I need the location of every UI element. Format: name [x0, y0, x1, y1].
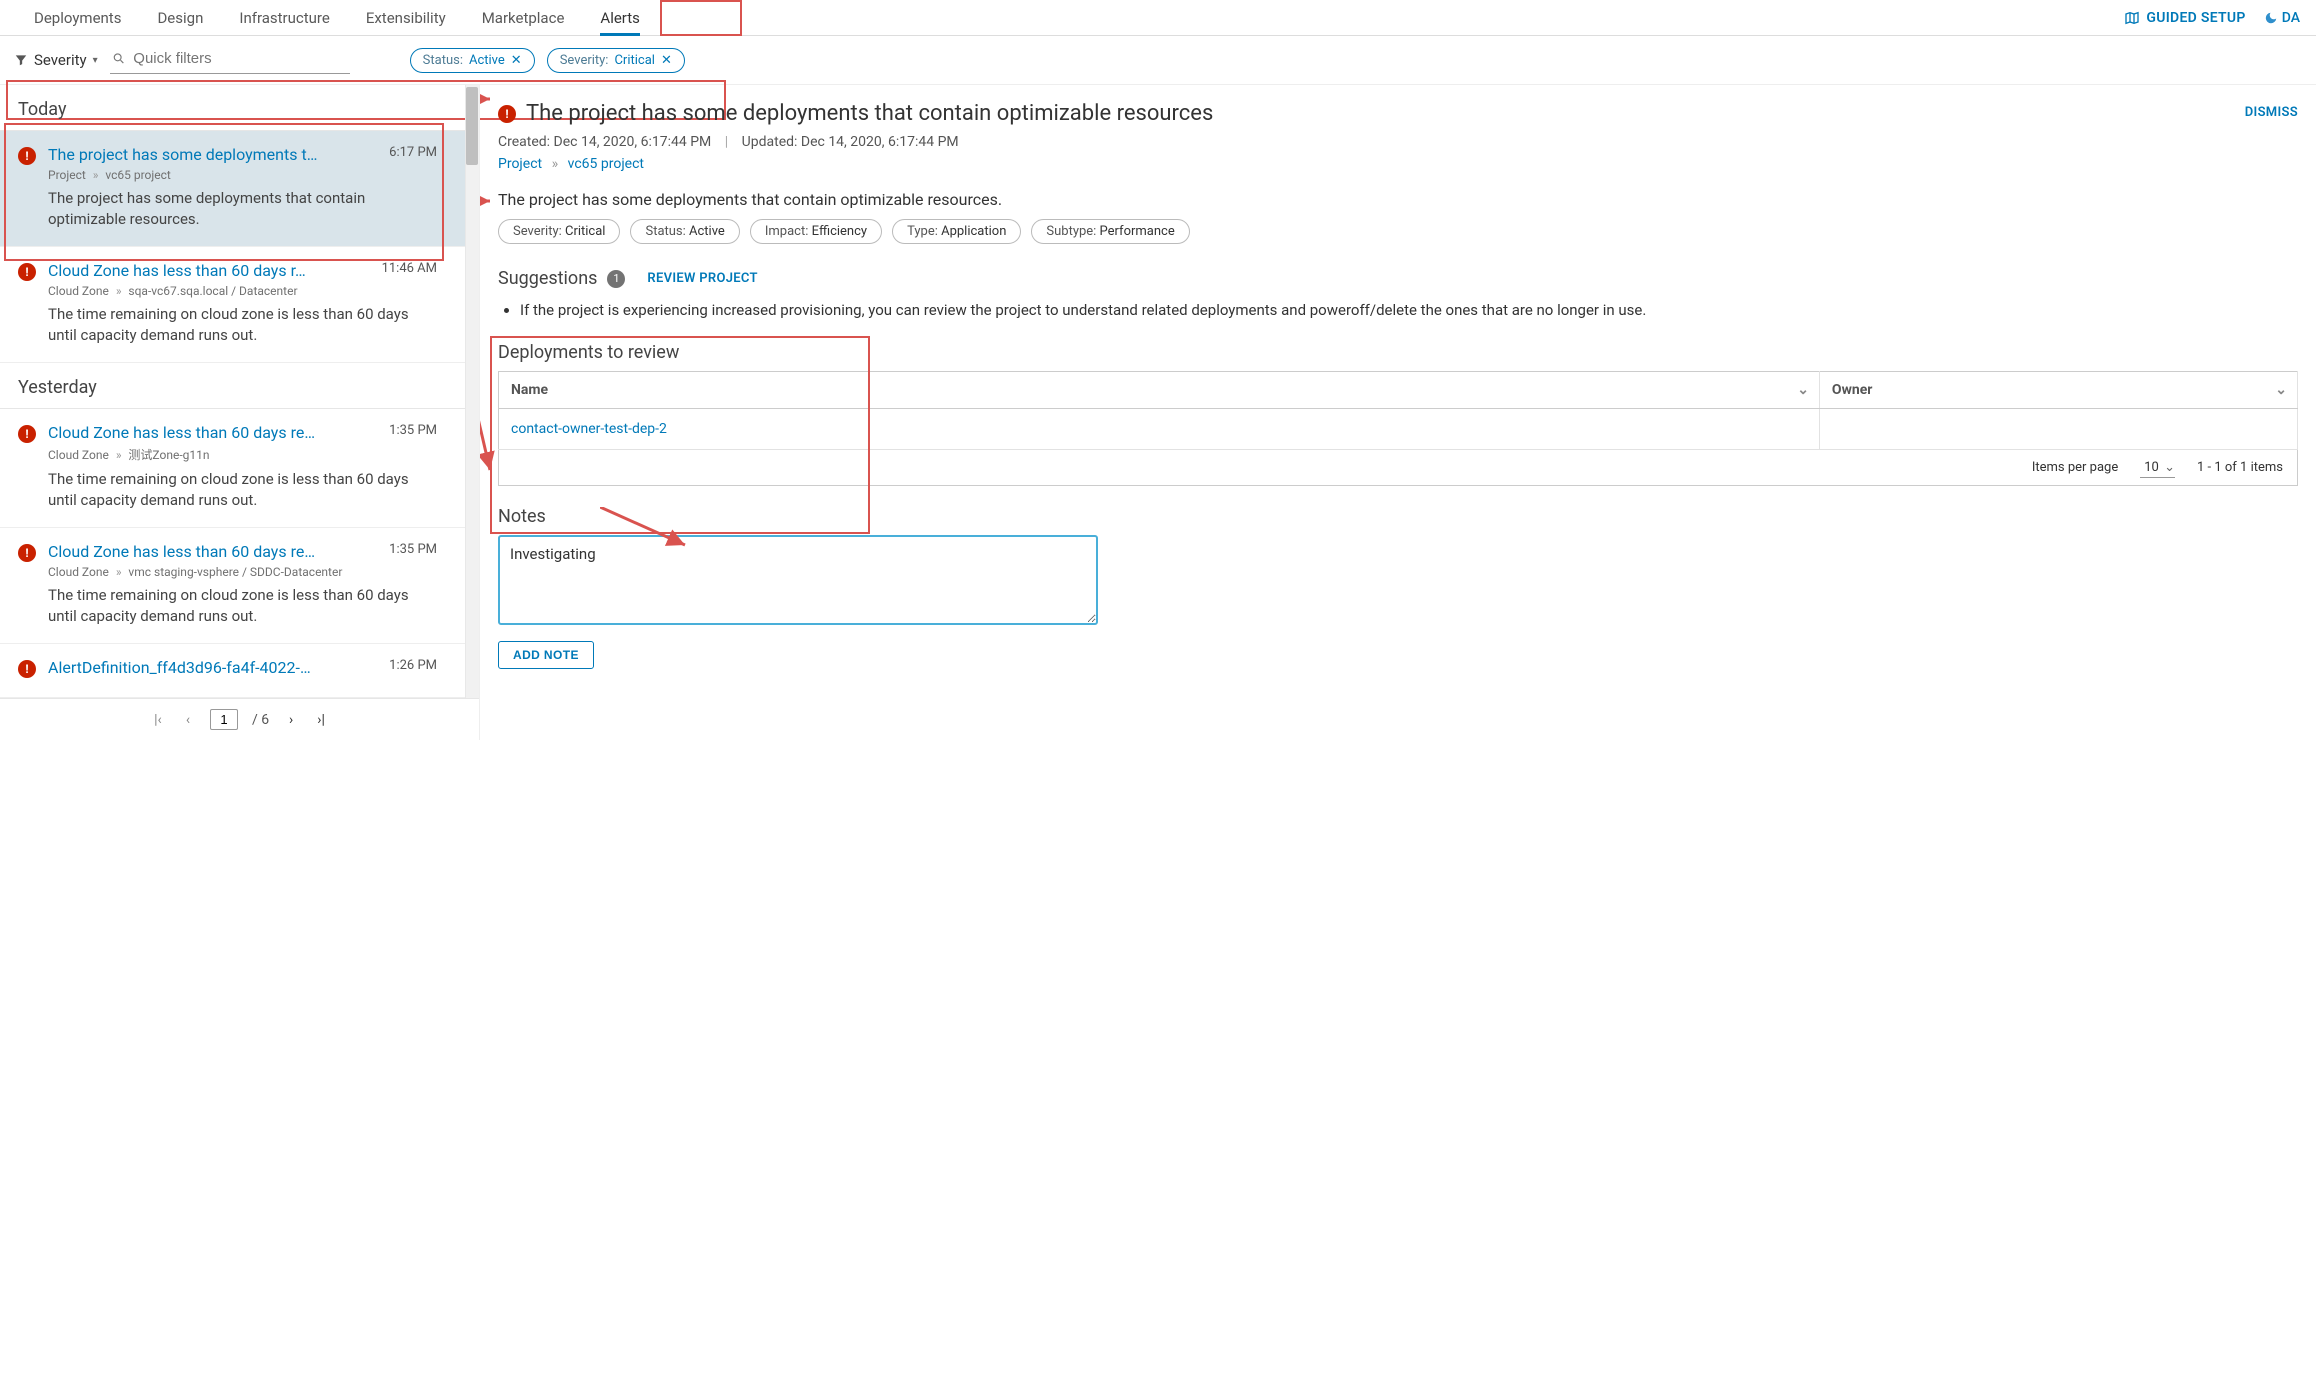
alert-item-time: 1:35 PM [389, 423, 437, 438]
critical-icon: ! [498, 105, 516, 123]
detail-description: The project has some deployments that co… [498, 190, 2298, 209]
items-range: 1 - 1 of 1 items [2197, 460, 2283, 475]
suggestions-heading: Suggestions 1 REVIEW PROJECT [498, 268, 2298, 289]
deployment-link[interactable]: contact-owner-test-dep-2 [511, 421, 667, 437]
alert-list-item[interactable]: ! Cloud Zone has less than 60 days re… 1:3… [0, 409, 465, 528]
funnel-icon [14, 53, 28, 67]
deployments-table: Name⌄Owner⌄ contact-owner-test-dep-2 [498, 371, 2298, 450]
annotation-arrow [480, 89, 500, 109]
guided-setup-button[interactable]: GUIDED SETUP [2124, 10, 2245, 26]
alert-item-title: The project has some deployments t… [48, 145, 368, 164]
suggestions-list: If the project is experiencing increased… [498, 299, 2298, 322]
alert-item-title: Cloud Zone has less than 60 days re… [48, 542, 368, 561]
severity-filter-label: Severity [34, 51, 87, 69]
review-project-link[interactable]: REVIEW PROJECT [647, 271, 757, 286]
scrollbar-track[interactable] [465, 85, 479, 698]
detail-pill-subtype: Subtype: Performance [1031, 219, 1189, 244]
list-group-header: Yesterday [0, 363, 465, 409]
map-icon [2124, 10, 2140, 26]
scrollbar-thumb[interactable] [466, 87, 478, 165]
critical-icon: ! [18, 263, 36, 281]
alert-item-title: Cloud Zone has less than 60 days re… [48, 423, 368, 442]
filter-chip-severity: Severity: Critical ✕ [547, 48, 685, 73]
alert-list-item[interactable]: ! Cloud Zone has less than 60 days r… 11:4… [0, 247, 465, 363]
table-footer: Items per page 10 ⌄ 1 - 1 of 1 items [498, 450, 2298, 486]
critical-icon: ! [18, 544, 36, 562]
chevron-down-icon: ▾ [93, 55, 98, 66]
chip-remove-icon[interactable]: ✕ [661, 53, 672, 68]
pager-first[interactable]: |‹ [150, 712, 166, 728]
nav-tab-infrastructure[interactable]: Infrastructure [221, 1, 347, 35]
table-header-name: Name⌄ [499, 371, 1820, 408]
detail-pill-impact: Impact: Efficiency [750, 219, 882, 244]
filter-bar: Severity ▾ Status: Active ✕ Severity: Cri… [0, 36, 2316, 85]
notes-textarea[interactable] [498, 535, 1098, 625]
nav-tab-extensibility[interactable]: Extensibility [348, 1, 464, 35]
column-filter-icon[interactable]: ⌄ [2275, 382, 2287, 398]
quick-filter-input[interactable] [133, 50, 347, 67]
pagination: |‹ ‹ / 6 › ›| [0, 698, 479, 740]
alert-list-item[interactable]: ! The project has some deployments t… 6:17… [0, 131, 465, 247]
pager-last[interactable]: ›| [313, 712, 329, 728]
filter-chip-status: Status: Active ✕ [410, 48, 535, 73]
pager-current-page[interactable] [210, 709, 238, 730]
alert-list-panel: Today! The project has some deployments t… [0, 85, 480, 740]
severity-filter-button[interactable]: Severity ▾ [12, 47, 100, 73]
breadcrumb-link-project[interactable]: Project [498, 156, 542, 172]
chip-remove-icon[interactable]: ✕ [511, 53, 522, 68]
alert-item-time: 1:35 PM [389, 542, 437, 557]
alert-item-time: 11:46 AM [382, 261, 437, 276]
search-icon [112, 51, 126, 66]
annotation-arrow [480, 191, 500, 211]
table-header-owner: Owner⌄ [1819, 371, 2297, 408]
table-row: contact-owner-test-dep-2 [499, 408, 2298, 449]
alert-list-item[interactable]: ! AlertDefinition_ff4d3d96-fa4f-4022-… 1:2… [0, 644, 465, 698]
moon-icon [2264, 11, 2278, 25]
critical-icon: ! [18, 147, 36, 165]
critical-icon: ! [18, 660, 36, 678]
detail-breadcrumb: Project » vc65 project [498, 156, 2298, 172]
alert-list-item[interactable]: ! Cloud Zone has less than 60 days re… 1:3… [0, 528, 465, 644]
alert-detail-panel: ! The project has some deployments that … [480, 85, 2316, 740]
nav-tab-marketplace[interactable]: Marketplace [464, 1, 583, 35]
guided-setup-label: GUIDED SETUP [2146, 10, 2245, 26]
detail-pill-severity: Severity: Critical [498, 219, 620, 244]
items-per-page-select[interactable]: 10 [2140, 458, 2175, 478]
detail-title: The project has some deployments that co… [526, 101, 2235, 126]
detail-tags: Severity: Critical Status: Active Impact: … [498, 219, 2298, 244]
detail-pill-status: Status: Active [630, 219, 739, 244]
alert-item-title: Cloud Zone has less than 60 days r… [48, 261, 368, 280]
nav-tab-deployments[interactable]: Deployments [16, 1, 139, 35]
dismiss-button[interactable]: DISMISS [2245, 105, 2298, 120]
list-group-header: Today [0, 85, 465, 131]
nav-tab-design[interactable]: Design [139, 1, 221, 35]
pager-prev[interactable]: ‹ [180, 712, 196, 728]
quick-filter-search [110, 46, 350, 74]
items-per-page-label: Items per page [2032, 460, 2118, 475]
pager-next[interactable]: › [283, 712, 299, 728]
nav-tab-alerts[interactable]: Alerts [582, 1, 658, 35]
deployments-table-title: Deployments to review [498, 342, 2298, 363]
breadcrumb-link-target[interactable]: vc65 project [568, 156, 644, 172]
suggestions-count-badge: 1 [607, 270, 625, 288]
top-nav: DeploymentsDesignInfrastructureExtensibi… [0, 0, 2316, 36]
theme-toggle[interactable]: DA [2264, 10, 2300, 26]
alert-item-time: 1:26 PM [389, 658, 437, 673]
column-filter-icon[interactable]: ⌄ [1797, 382, 1809, 398]
detail-pill-type: Type: Application [892, 219, 1021, 244]
detail-timestamps: Created: Dec 14, 2020, 6:17:44 PM | Upda… [498, 134, 2298, 150]
pager-total: / 6 [252, 712, 269, 728]
notes-heading: Notes [498, 506, 2298, 527]
critical-icon: ! [18, 425, 36, 443]
add-note-button[interactable]: ADD NOTE [498, 641, 594, 669]
user-initials: DA [2282, 10, 2300, 26]
suggestion-item: If the project is experiencing increased… [520, 299, 2298, 322]
alert-item-time: 6:17 PM [389, 145, 437, 160]
alert-item-title: AlertDefinition_ff4d3d96-fa4f-4022-… [48, 658, 368, 677]
